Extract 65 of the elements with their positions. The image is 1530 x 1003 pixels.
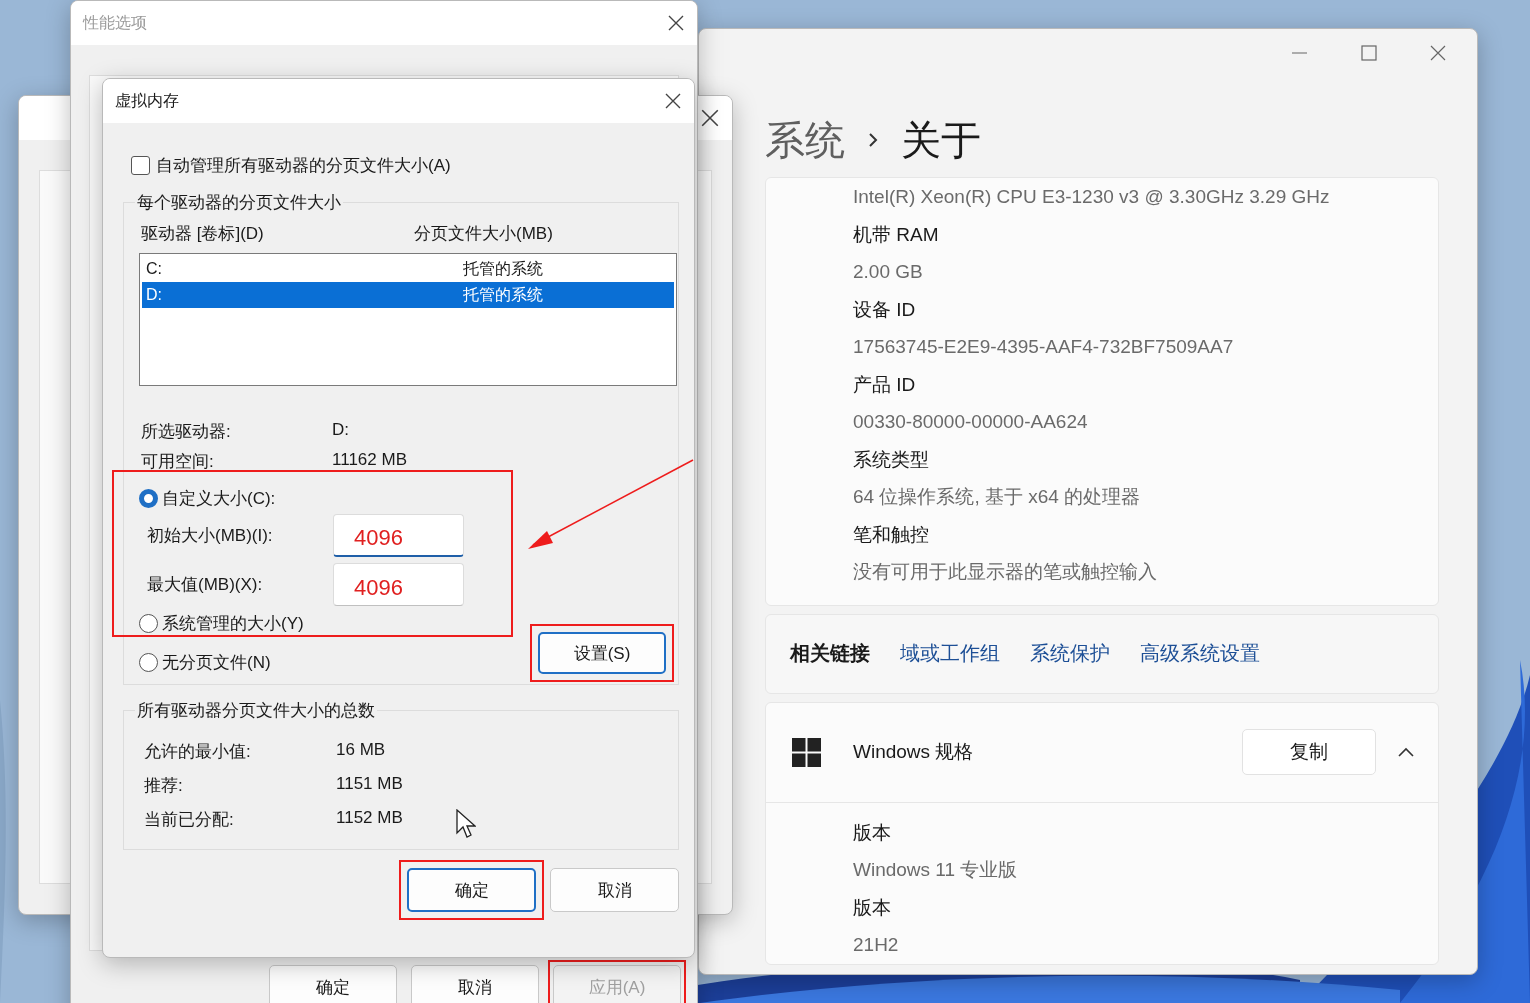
radio-button[interactable] xyxy=(139,653,158,672)
spec-value: 没有可用于此显示器的笔或触控输入 xyxy=(853,560,1158,584)
spec-label: 系统类型 xyxy=(853,447,930,472)
related-links-label: 相关链接 xyxy=(790,641,870,666)
set-button[interactable]: 设置(S) xyxy=(538,632,666,674)
settings-link[interactable]: 系统保护 xyxy=(1030,640,1110,667)
group-title: 每个驱动器的分页文件大小 xyxy=(136,192,342,214)
radio-label: 自定义大小(C): xyxy=(162,488,276,510)
column-header: 驱动器 [卷标](D) xyxy=(141,223,265,245)
spec-label: 版本 xyxy=(853,820,892,845)
spec-value: 2.00 GB xyxy=(853,260,924,284)
chevron-up-icon[interactable] xyxy=(1396,745,1416,759)
field-label: 初始大小(MB)(I): xyxy=(147,525,274,547)
info-value: 11162 MB xyxy=(332,450,408,471)
radio-label: 无分页文件(N) xyxy=(162,652,271,674)
window-title: 性能选项 xyxy=(83,12,147,33)
spec-value: 64 位操作系统, 基于 x64 的处理器 xyxy=(853,485,1142,509)
radio-button[interactable] xyxy=(139,614,158,633)
checkbox-label: 自动管理所有驱动器的分页文件大小(A) xyxy=(156,155,451,177)
breadcrumb-link[interactable]: 系统 xyxy=(765,112,845,168)
spec-value: 17563745-E2E9-4395-AAF4-732BF7509AA7 xyxy=(853,335,1235,359)
window-title: 虚拟内存 xyxy=(115,90,179,111)
total-value: 1152 MB xyxy=(336,808,403,829)
section-title: Windows 规格 xyxy=(853,740,975,764)
field-label: 最大值(MB)(X): xyxy=(147,574,264,596)
total-value: 1151 MB xyxy=(336,774,403,795)
total-label: 当前已分配: xyxy=(144,809,235,831)
dialog-button[interactable]: 取消 xyxy=(411,965,539,1003)
copy-button[interactable]: 复制 xyxy=(1242,729,1376,775)
spec-value: Windows 11 专业版 xyxy=(853,858,1019,882)
spec-value: 21H2 xyxy=(853,933,900,957)
page-title: 关于 xyxy=(901,116,981,164)
radio-label: 系统管理的大小(Y) xyxy=(162,613,304,635)
close-icon[interactable] xyxy=(664,92,682,110)
spec-label: 设备 ID xyxy=(853,297,917,322)
chevron-right-icon xyxy=(867,131,879,149)
radio-button[interactable] xyxy=(139,489,158,508)
info-label: 所选驱动器: xyxy=(141,421,232,443)
settings-link[interactable]: 域或工作组 xyxy=(900,640,1000,667)
dialog-button[interactable]: 确定 xyxy=(269,965,397,1003)
drive-row[interactable]: C: 托管的系统 xyxy=(142,256,674,282)
spec-label: 版本 xyxy=(853,895,892,920)
close-icon[interactable] xyxy=(700,108,720,128)
spec-label: 机带 RAM xyxy=(853,222,940,247)
settings-link[interactable]: 高级系统设置 xyxy=(1140,640,1260,667)
size-input[interactable]: 4096 xyxy=(333,514,464,557)
ok-button[interactable]: 确定 xyxy=(407,868,536,912)
total-label: 推荐: xyxy=(144,775,184,797)
close-icon[interactable] xyxy=(667,14,685,32)
column-header: 分页文件大小(MB) xyxy=(414,223,554,245)
spec-value: Intel(R) Xeon(R) CPU E3-1230 v3 @ 3.30GHz 3.29 GHz xyxy=(853,185,1331,209)
total-label: 允许的最小值: xyxy=(144,741,252,763)
spec-value: 00330-80000-00000-AA624 xyxy=(853,410,1089,434)
windows-logo-icon xyxy=(792,737,821,767)
info-value: D: xyxy=(332,420,350,441)
spec-label: 笔和触控 xyxy=(853,522,930,547)
size-input[interactable]: 4096 xyxy=(333,563,464,606)
total-value: 16 MB xyxy=(336,740,387,761)
cursor-icon xyxy=(456,809,476,839)
cancel-button[interactable]: 取消 xyxy=(550,868,679,912)
group-title: 所有驱动器分页文件大小的总数 xyxy=(136,700,376,722)
drive-row[interactable]: D: 托管的系统 xyxy=(142,282,674,308)
info-label: 可用空间: xyxy=(141,451,215,473)
spec-label: 产品 ID xyxy=(853,372,917,397)
checkbox[interactable] xyxy=(131,156,150,175)
